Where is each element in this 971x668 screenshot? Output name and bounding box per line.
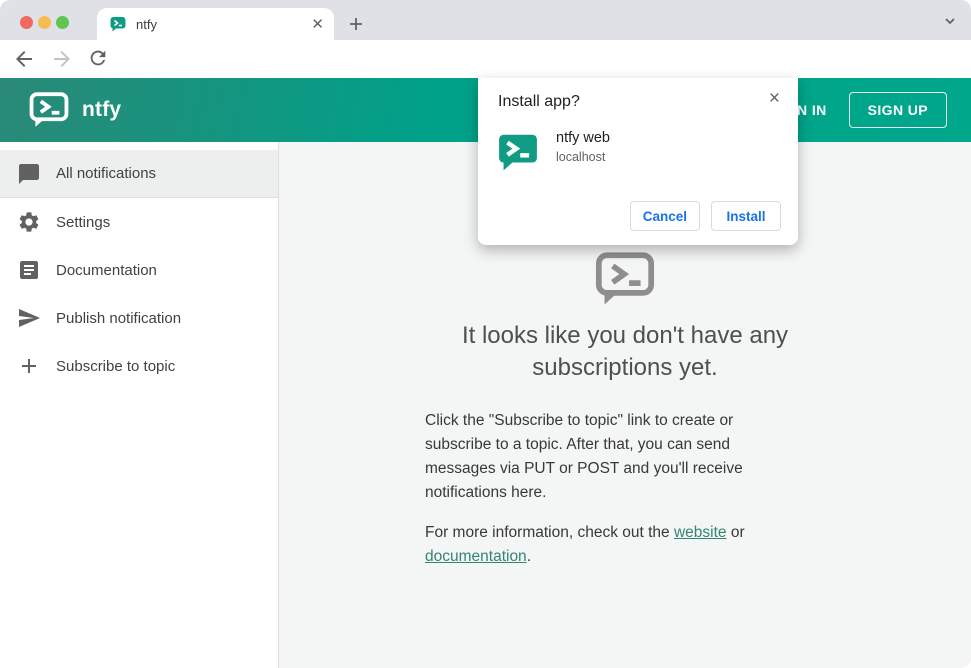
gear-icon bbox=[19, 212, 39, 232]
browser-window: ntfy ✕ localhost bbox=[0, 0, 971, 668]
plus-icon bbox=[22, 359, 36, 373]
sidebar-item-label: Publish notification bbox=[56, 309, 182, 327]
back-button[interactable] bbox=[12, 47, 36, 71]
sidebar-item-subscribe-to-topic[interactable]: Subscribe to topic bbox=[0, 342, 278, 390]
dialog-app-name: ntfy web bbox=[556, 130, 610, 146]
sidebar-item-label: Settings bbox=[56, 213, 111, 231]
ntfy-favicon-icon bbox=[110, 17, 126, 32]
tab-strip: ntfy ✕ bbox=[0, 0, 971, 40]
sidebar-item-label: All notifications bbox=[56, 165, 157, 182]
sidebar-item-label: Documentation bbox=[56, 261, 157, 279]
website-link[interactable]: website bbox=[674, 524, 727, 541]
browser-tab[interactable]: ntfy ✕ bbox=[97, 8, 334, 40]
fullscreen-window-button[interactable] bbox=[56, 15, 69, 29]
reload-button[interactable] bbox=[87, 47, 111, 71]
cancel-button[interactable]: Cancel bbox=[629, 201, 700, 231]
browser-toolbar: localhost bbox=[0, 40, 971, 114]
forward-button[interactable] bbox=[50, 47, 74, 71]
send-icon bbox=[19, 309, 40, 327]
dialog-title: Install app? bbox=[498, 93, 580, 110]
sidebar-item-all-notifications[interactable]: All notifications bbox=[0, 150, 278, 198]
sign-up-button[interactable]: SIGN UP bbox=[848, 92, 947, 128]
new-tab-button[interactable] bbox=[344, 12, 368, 36]
sidebar-item-documentation[interactable]: Documentation bbox=[0, 246, 278, 294]
paragraph-suffix: . bbox=[526, 547, 531, 565]
close-window-button[interactable] bbox=[20, 15, 33, 29]
install-button[interactable]: Install bbox=[711, 201, 781, 231]
chat-icon bbox=[19, 163, 39, 184]
app-title: ntfy bbox=[82, 98, 122, 121]
empty-state-links-paragraph: For more information, check out the webs… bbox=[425, 521, 797, 569]
documentation-link[interactable]: documentation bbox=[425, 548, 527, 565]
sidebar: All notifications Settings Documentation… bbox=[0, 142, 279, 668]
ntfy-app-icon bbox=[499, 134, 537, 171]
tab-search-chevron-icon[interactable] bbox=[943, 14, 957, 33]
tab-title: ntfy bbox=[136, 16, 157, 32]
empty-state-paragraph: Click the "Subscribe to topic" link to c… bbox=[425, 411, 743, 501]
paragraph-prefix: For more information, check out the bbox=[425, 523, 674, 541]
sidebar-item-publish-notification[interactable]: Publish notification bbox=[0, 294, 278, 342]
sidebar-item-label: Subscribe to topic bbox=[56, 357, 176, 375]
article-icon bbox=[20, 261, 38, 279]
ntfy-logo-gray-icon bbox=[595, 252, 655, 305]
dialog-close-icon[interactable]: × bbox=[765, 85, 784, 112]
install-app-dialog: Install app? × ntfy web localhost Cancel… bbox=[478, 78, 798, 245]
sidebar-item-settings[interactable]: Settings bbox=[0, 198, 278, 246]
dialog-app-origin: localhost bbox=[556, 150, 606, 164]
ntfy-logo-icon bbox=[29, 92, 69, 127]
paragraph-middle: or bbox=[726, 523, 745, 541]
tab-close-icon[interactable]: ✕ bbox=[311, 17, 324, 32]
empty-state-title: It looks like you don't have any subscri… bbox=[461, 322, 789, 381]
minimize-window-button[interactable] bbox=[38, 15, 51, 29]
